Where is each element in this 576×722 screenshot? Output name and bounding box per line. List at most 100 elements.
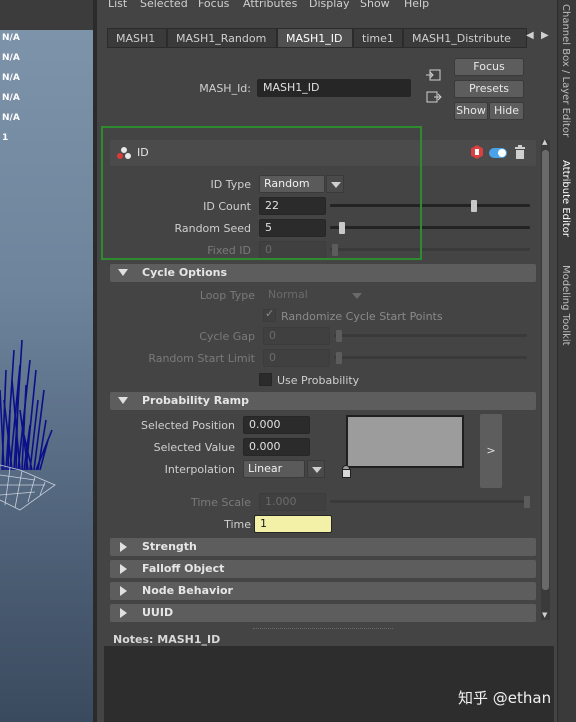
hud-value: 1 <box>2 133 9 143</box>
random-start-slider[interactable] <box>334 356 527 359</box>
interpolation-dropdown[interactable]: Linear <box>243 460 305 478</box>
cycle-gap-slider-handle[interactable] <box>336 330 342 342</box>
show-button[interactable]: Show <box>454 102 488 120</box>
ramp-point-delete-icon[interactable] <box>342 469 351 478</box>
focus-button[interactable]: Focus <box>454 58 524 76</box>
menu-selected[interactable]: Selected <box>140 0 188 10</box>
random-seed-label: Random Seed <box>174 222 251 235</box>
notes-label: Notes: MASH1_ID <box>113 633 221 646</box>
selected-value-field[interactable]: 0.000 <box>243 438 310 456</box>
tab-scroll-left-icon[interactable]: ◀ <box>526 30 534 41</box>
random-seed-slider[interactable] <box>330 226 530 229</box>
mash-hex-icon[interactable] <box>470 145 484 159</box>
time-label: Time <box>224 518 251 531</box>
id-node-title: ID <box>137 146 149 159</box>
copy-tab-icon[interactable] <box>426 90 442 104</box>
id-type-dropdown[interactable]: Random <box>259 175 325 193</box>
section-uuid[interactable]: UUID <box>110 604 536 622</box>
hud-value: N/A <box>2 93 20 103</box>
time-field[interactable]: 1 <box>254 515 332 533</box>
hide-button[interactable]: Hide <box>489 102 524 120</box>
scroll-up-icon[interactable]: ▲ <box>542 138 547 146</box>
id-count-slider-handle[interactable] <box>471 200 477 212</box>
menu-focus[interactable]: Focus <box>198 0 229 10</box>
section-probability-ramp[interactable]: Probability Ramp <box>110 392 536 410</box>
expand-icon <box>120 586 127 596</box>
node-tabs: MASH1 MASH1_Random MASH1_ID time1 MASH1_… <box>103 28 543 48</box>
section-strength[interactable]: Strength <box>110 538 536 556</box>
node-toggle-icon[interactable] <box>489 148 507 158</box>
menu-help[interactable]: Help <box>404 0 429 10</box>
trash-icon[interactable] <box>514 145 526 159</box>
tab-channel-box[interactable]: Channel Box / Layer Editor <box>560 4 571 137</box>
randomize-cycle-checkbox[interactable]: ✓ <box>263 307 276 322</box>
section-title: Strength <box>142 540 197 553</box>
cycle-gap-slider[interactable] <box>334 334 527 337</box>
random-start-slider-handle[interactable] <box>336 352 342 364</box>
tab-attribute-editor[interactable]: Attribute Editor <box>560 160 571 237</box>
use-probability-checkbox[interactable] <box>259 373 272 386</box>
selected-value-label: Selected Value <box>153 441 235 454</box>
fixed-id-field[interactable]: 0 <box>259 241 326 259</box>
random-seed-slider-handle[interactable] <box>339 222 345 234</box>
time-scale-field[interactable]: 1.000 <box>259 493 326 511</box>
tab-mash1[interactable]: MASH1 <box>107 28 167 48</box>
fixed-id-slider-handle[interactable] <box>332 244 338 256</box>
collapse-icon <box>118 397 128 404</box>
menu-display[interactable]: Display <box>309 0 350 10</box>
scrollbar-thumb[interactable] <box>542 150 549 590</box>
cycle-gap-label: Cycle Gap <box>199 330 255 343</box>
chevron-down-icon[interactable] <box>326 175 344 193</box>
tab-mash1-random[interactable]: MASH1_Random <box>167 28 277 48</box>
fixed-id-slider[interactable] <box>330 248 530 251</box>
focus-node-icon[interactable] <box>426 68 442 82</box>
viewport-3d[interactable]: N/A N/A N/A N/A N/A 1 <box>0 0 95 722</box>
tab-time1[interactable]: time1 <box>353 28 403 48</box>
hud-value: N/A <box>2 53 20 63</box>
id-count-field[interactable]: 22 <box>259 197 326 215</box>
section-title: Falloff Object <box>142 562 225 575</box>
collapse-icon <box>118 269 128 276</box>
expand-ramp-button[interactable]: > <box>480 414 502 488</box>
chevron-down-icon[interactable] <box>307 460 325 478</box>
tab-modeling-toolkit[interactable]: Modeling Toolkit <box>560 265 571 346</box>
viewport-top-bar <box>0 0 95 30</box>
cycle-gap-field[interactable]: 0 <box>263 327 330 345</box>
menu-list[interactable]: List <box>108 0 127 10</box>
selected-position-field[interactable]: 0.000 <box>243 416 310 434</box>
tab-mash1-distribute[interactable]: MASH1_Distribute <box>403 28 527 48</box>
hud-value: N/A <box>2 73 20 83</box>
random-seed-field[interactable]: 5 <box>259 219 326 237</box>
probability-ramp-graph[interactable] <box>346 415 464 468</box>
random-start-field[interactable]: 0 <box>263 349 330 367</box>
side-tabs: Channel Box / Layer Editor Attribute Edi… <box>557 0 576 722</box>
section-title: UUID <box>142 606 174 619</box>
section-cycle-options[interactable]: Cycle Options <box>110 264 536 282</box>
random-start-label: Random Start Limit <box>148 352 255 365</box>
attribute-scrollbar[interactable]: ▲ ▼ <box>541 138 550 620</box>
chevron-down-icon[interactable] <box>347 286 365 304</box>
notes-splitter[interactable] <box>253 628 393 629</box>
scroll-down-icon[interactable]: ▼ <box>542 611 547 619</box>
id-count-label: ID Count <box>203 200 251 213</box>
loop-type-dropdown[interactable]: Normal <box>263 286 345 304</box>
section-title: Probability Ramp <box>142 394 250 407</box>
presets-button[interactable]: Presets <box>454 80 524 98</box>
notes-textarea[interactable] <box>104 646 554 722</box>
section-falloff-object[interactable]: Falloff Object <box>110 560 536 578</box>
time-scale-slider[interactable] <box>330 500 530 503</box>
menu-show[interactable]: Show <box>360 0 390 10</box>
mash-id-field[interactable]: MASH1_ID <box>257 79 411 97</box>
id-type-label: ID Type <box>210 178 251 191</box>
menu-attributes[interactable]: Attributes <box>243 0 297 10</box>
section-title: Cycle Options <box>142 266 228 279</box>
expand-icon <box>120 608 127 618</box>
expand-icon <box>120 542 127 552</box>
time-scale-label: Time Scale <box>190 496 251 509</box>
section-node-behavior[interactable]: Node Behavior <box>110 582 536 600</box>
tab-mash1-id[interactable]: MASH1_ID <box>277 28 353 48</box>
menu-bar: List Selected Focus Attributes Display S… <box>97 0 557 12</box>
tab-scroll-right-icon[interactable]: ▶ <box>541 30 549 41</box>
id-count-slider[interactable] <box>330 204 530 207</box>
time-scale-slider-handle[interactable] <box>524 496 530 508</box>
